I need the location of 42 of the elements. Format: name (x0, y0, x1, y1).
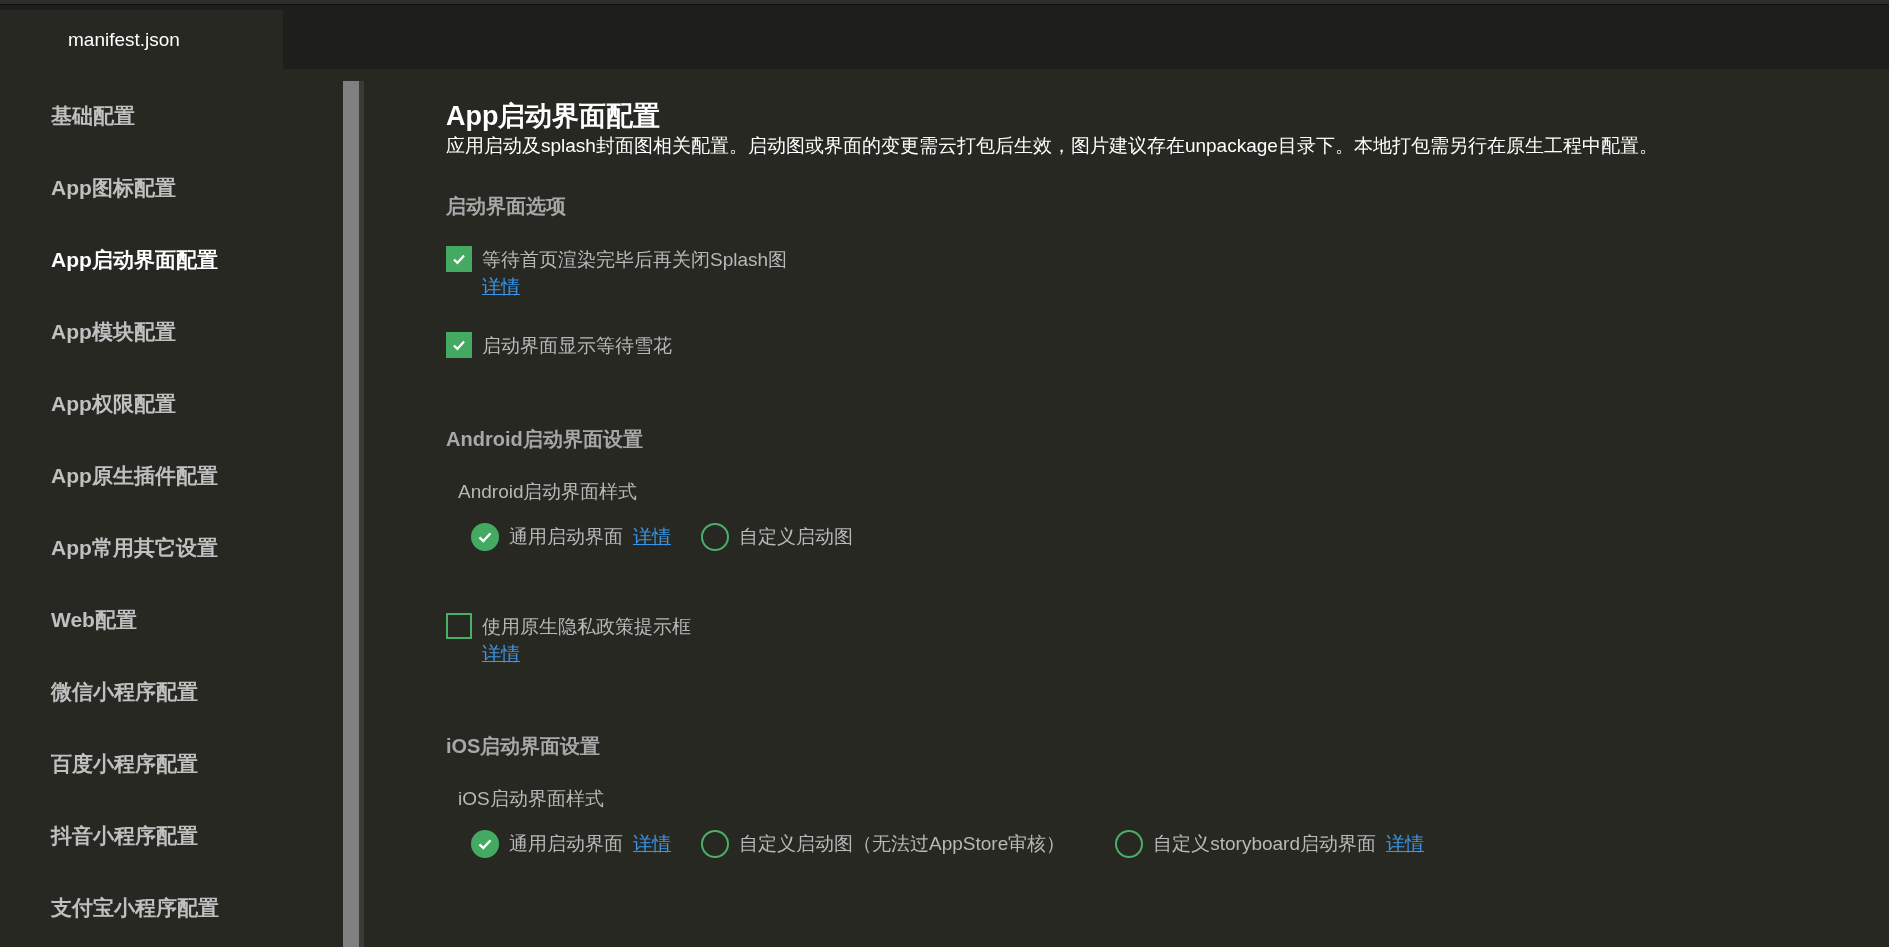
radio-button[interactable] (701, 523, 729, 551)
checkbox-label: 使用原生隐私政策提示框 (482, 615, 691, 639)
sidebar-item[interactable]: 微信小程序配置 (51, 677, 198, 749)
group-label: iOS启动界面样式 (458, 787, 604, 811)
sidebar-item[interactable]: 百度小程序配置 (51, 749, 198, 821)
radio-button[interactable] (471, 523, 499, 551)
sidebar-item[interactable]: Web配置 (51, 605, 137, 677)
radio-label: 自定义storyboard启动界面 (1153, 832, 1376, 856)
checkbox-label: 启动界面显示等待雪花 (482, 334, 672, 358)
radio-button[interactable] (1115, 830, 1144, 858)
sidebar-item[interactable]: App原生插件配置 (51, 461, 218, 533)
radio-label: 通用启动界面 (509, 525, 623, 549)
page-description: 应用启动及splash封面图相关配置。启动图或界面的变更需云打包后生效，图片建议存在unpackage目录下。本地打包需另行在原生工程中配置。 (446, 134, 1659, 158)
checkbox[interactable] (446, 246, 472, 272)
details-link[interactable]: 详情 (633, 831, 671, 857)
checkbox[interactable] (446, 332, 472, 358)
scrollbar[interactable] (343, 81, 364, 947)
checkbox-label: 等待首页渲染完毕后再关闭Splash图 (482, 248, 788, 272)
section-heading: iOS启动界面设置 (446, 734, 601, 759)
section-heading: 启动界面选项 (446, 194, 566, 219)
sidebar-item[interactable]: 抖音小程序配置 (51, 821, 198, 893)
page-title: App启动界面配置 (446, 100, 662, 133)
sidebar-item[interactable]: App常用其它设置 (51, 533, 218, 605)
section-heading: Android启动界面设置 (446, 427, 643, 452)
sidebar-item[interactable]: App启动界面配置 (51, 245, 218, 317)
details-link[interactable]: 详情 (1386, 831, 1424, 857)
radio-label: 通用启动界面 (509, 832, 623, 856)
radio-label: 自定义启动图（无法过AppStore审核） (739, 832, 1066, 856)
sidebar-item[interactable]: App权限配置 (51, 389, 176, 461)
group-label: Android启动界面样式 (458, 480, 638, 504)
details-link[interactable]: 详情 (482, 641, 520, 667)
sidebar-item[interactable]: App模块配置 (51, 317, 176, 389)
radio-label: 自定义启动图 (739, 525, 853, 549)
details-link[interactable]: 详情 (482, 274, 520, 300)
sidebar-item[interactable]: App图标配置 (51, 173, 176, 245)
radio-button[interactable] (701, 830, 729, 858)
file-tab[interactable]: manifest.json (0, 10, 283, 69)
radio-button[interactable] (471, 830, 499, 858)
sidebar-item[interactable]: 支付宝小程序配置 (51, 893, 219, 923)
checkbox[interactable] (446, 613, 472, 639)
details-link[interactable]: 详情 (633, 524, 671, 550)
sidebar-item[interactable]: 基础配置 (51, 101, 135, 173)
